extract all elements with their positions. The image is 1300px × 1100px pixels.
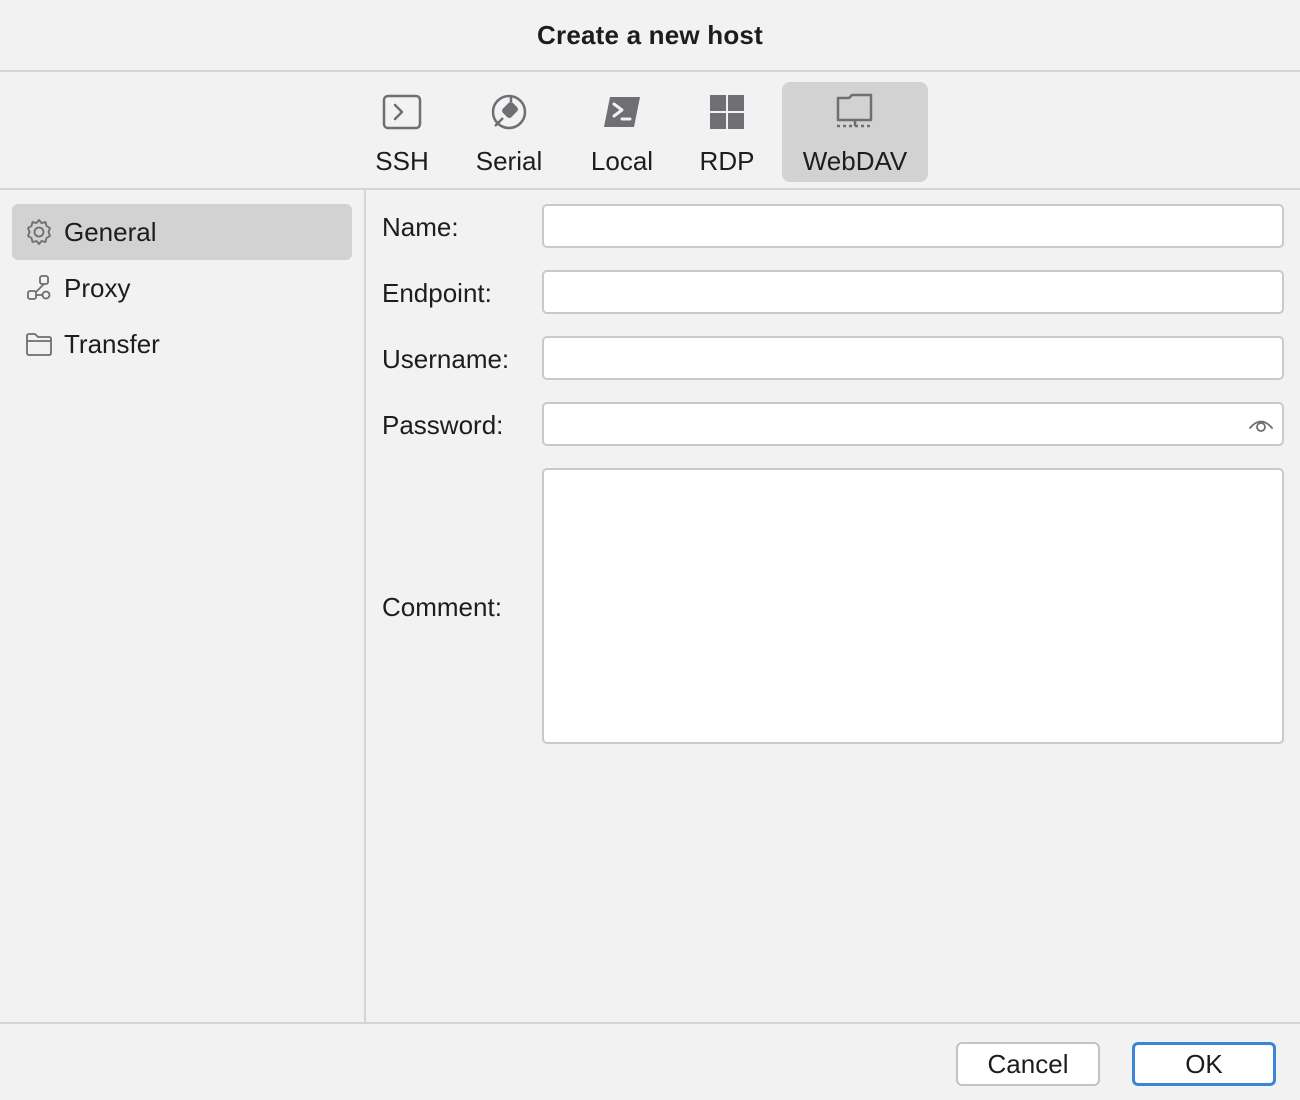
password-field[interactable] [542,402,1284,446]
host-type-label: RDP [699,146,755,176]
sidebar-item-general[interactable]: General [12,204,352,260]
comment-label: Comment: [382,592,502,622]
sidebar: General Proxy Transfer [0,190,366,1022]
username-field[interactable] [542,336,1284,380]
comment-field[interactable] [542,468,1284,744]
sidebar-item-label: Proxy [64,272,131,303]
host-type-rdp[interactable]: RDP [696,82,758,182]
sidebar-item-transfer[interactable]: Transfer [12,316,352,372]
create-host-dialog: Create a new host SSH Serial Local RDP W… [0,0,1300,1100]
host-type-label: SSH [375,146,429,176]
sidebar-item-label: General [64,216,157,247]
ok-button[interactable]: OK [1132,1042,1276,1086]
gear-icon [24,217,54,247]
powershell-icon [600,90,644,134]
password-label: Password: [382,410,504,440]
host-type-ssh[interactable]: SSH [368,82,436,182]
plug-icon [487,90,531,134]
endpoint-label: Endpoint: [382,278,492,308]
endpoint-field[interactable] [542,270,1284,314]
network-nodes-icon [24,273,54,303]
host-type-label: Local [590,146,654,176]
eye-icon[interactable] [1246,412,1276,438]
cancel-button[interactable]: Cancel [956,1042,1100,1086]
title-bar: Create a new host [0,0,1300,72]
windows-grid-icon [705,90,749,134]
dialog-title: Create a new host [537,19,763,50]
host-type-serial[interactable]: Serial [470,82,548,182]
host-type-label: WebDAV [802,146,908,176]
username-label: Username: [382,344,510,374]
name-field[interactable] [542,204,1284,248]
name-label: Name: [382,212,459,242]
folder-icon [24,329,54,359]
host-type-label: Serial [475,146,543,176]
terminal-prompt-icon [380,90,424,134]
sidebar-item-label: Transfer [64,328,160,359]
host-type-local[interactable]: Local [584,82,660,182]
dialog-footer: Cancel OK [0,1022,1300,1100]
sidebar-item-proxy[interactable]: Proxy [12,260,352,316]
network-folder-icon [833,90,877,134]
host-type-toolbar: SSH Serial Local RDP WebDAV [0,72,1300,190]
host-type-webdav[interactable]: WebDAV [782,82,928,182]
